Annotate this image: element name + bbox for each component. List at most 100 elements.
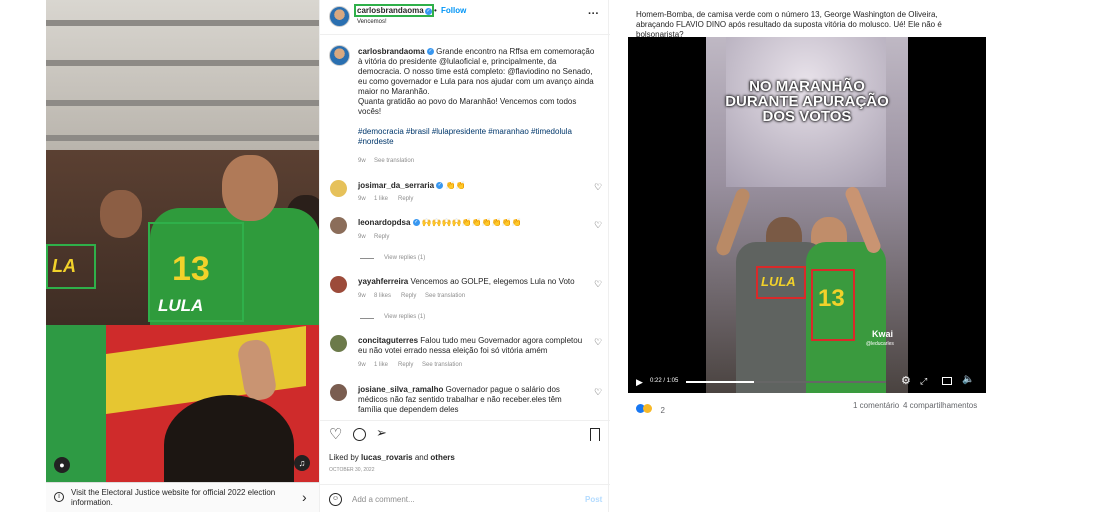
comment-username[interactable]: josimar_da_serraria: [358, 181, 434, 190]
post-date: OCTOBER 30, 2022: [329, 467, 375, 473]
video-frame: NO MARANHÃO DURANTE APURAÇÃO DOS VOTOS L…: [706, 37, 908, 393]
comment-text: Vencemos ao GOLPE, elegemos Lula no Voto: [410, 277, 575, 286]
comments-count-link[interactable]: 1 comentário: [853, 401, 899, 411]
video-shirt-word: LULA: [761, 274, 796, 289]
see-translation-link[interactable]: See translation: [425, 293, 465, 299]
comment-avatar[interactable]: [330, 217, 347, 234]
overlay-text: NO MARANHÃO DURANTE APURAÇÃO DOS VOTOS: [706, 79, 908, 124]
video-progress-track[interactable]: [686, 381, 886, 383]
author-avatar[interactable]: [329, 6, 350, 27]
comment-icon[interactable]: [353, 428, 366, 441]
audio-icon[interactable]: ♫: [294, 455, 310, 471]
liked-by-user[interactable]: lucas_rovaris: [361, 453, 413, 462]
highlight-box-side-logo: LA: [46, 244, 96, 289]
like-comment-icon[interactable]: ♡: [594, 337, 602, 348]
post-subtitle: Vencemos!: [357, 19, 387, 25]
comment-age: 9w: [358, 362, 366, 368]
video-shirt-number: 13: [818, 285, 845, 312]
comment-avatar[interactable]: [330, 180, 347, 197]
side-logo-text: LA: [52, 256, 76, 276]
author-username[interactable]: carlosbrandaoma: [357, 6, 424, 15]
comment-text: 👏👏: [445, 181, 466, 190]
reply-link[interactable]: Reply: [374, 234, 389, 240]
fb-post-caption: Homem-Bomba, de camisa verde com o númer…: [636, 10, 942, 39]
comment-likes[interactable]: 1 like: [374, 196, 388, 202]
verified-icon: ✓: [426, 48, 434, 56]
comment-username[interactable]: yayahferreira: [358, 277, 408, 286]
comment: yayahferreira Vencemos ao GOLPE, elegemo…: [358, 277, 575, 287]
post-comment-button[interactable]: Post: [585, 495, 602, 505]
highlight-box-13: 13: [811, 269, 855, 341]
follow-button[interactable]: Follow: [441, 6, 466, 16]
comment: leonardopdsa ✓ 🙌🙌🙌🙌👏👏👏👏👏👏: [358, 218, 522, 228]
user-tag-icon[interactable]: ●: [54, 457, 70, 473]
shirt-word: LULA: [158, 296, 204, 315]
caption-age: 9w: [358, 158, 366, 164]
fb-reactions[interactable]: 2: [636, 400, 665, 418]
reply-link[interactable]: Reply: [398, 362, 413, 368]
comment-age: 9w: [358, 196, 366, 202]
comment-avatar[interactable]: [330, 384, 347, 401]
kwai-handle: @leducarles: [866, 341, 894, 347]
hashtags[interactable]: #democracia #brasil #lulapresidente #mar…: [358, 127, 572, 146]
post-panel: carlosbrandaoma ✓ • Follow Vencemos! ···…: [319, 0, 610, 512]
comment: josimar_da_serraria ✓ 👏👏: [358, 181, 465, 191]
election-notice-banner[interactable]: i Visit the Electoral Justice website fo…: [46, 482, 319, 512]
like-icon[interactable]: ♡: [329, 425, 342, 443]
comment-likes[interactable]: 1 like: [374, 362, 388, 368]
highlight-box-shirt: 13 LULA: [148, 222, 244, 322]
emoji-icon[interactable]: ☺: [329, 493, 342, 506]
reply-link[interactable]: Reply: [401, 293, 416, 299]
view-replies-link[interactable]: View replies (1): [384, 314, 425, 320]
caption-text-2: Quanta gratidão ao povo do Maranhão! Ven…: [358, 97, 577, 116]
kwai-watermark: Kwai: [872, 329, 894, 339]
liked-by-others[interactable]: others: [430, 453, 454, 462]
shirt-number: 13: [172, 250, 210, 288]
overlay-line-2: DURANTE APURAÇÃO: [725, 93, 889, 110]
comment-text: 🙌🙌🙌🙌👏👏👏👏👏👏: [421, 218, 522, 227]
comment: concitaguterres Falou tudo meu Governado…: [358, 336, 586, 356]
volume-icon[interactable]: 🔈: [962, 374, 974, 385]
comment-avatar[interactable]: [330, 276, 347, 293]
like-comment-icon[interactable]: ♡: [594, 220, 602, 231]
expand-icon[interactable]: ⤢: [920, 376, 927, 387]
share-icon[interactable]: ➢: [376, 425, 387, 441]
like-comment-icon[interactable]: ♡: [594, 182, 602, 193]
comment-input[interactable]: Add a comment...: [352, 495, 415, 505]
caption-avatar[interactable]: [329, 45, 350, 66]
see-translation-link[interactable]: See translation: [422, 362, 462, 368]
comment-avatar[interactable]: [330, 335, 347, 352]
save-icon[interactable]: [590, 428, 600, 441]
overlay-line-3: DOS VOTOS: [762, 108, 852, 125]
comment-username[interactable]: concitaguterres: [358, 336, 418, 345]
verified-icon: ✓: [436, 182, 444, 190]
caption-username[interactable]: carlosbrandaoma: [358, 47, 425, 56]
more-options-icon[interactable]: ···: [588, 8, 599, 20]
comment-username[interactable]: leonardopdsa: [358, 218, 410, 227]
comment-likes[interactable]: 8 likes: [374, 293, 391, 299]
pip-icon[interactable]: [942, 377, 952, 385]
view-replies-link[interactable]: View replies (1): [384, 255, 425, 261]
notice-text: Visit the Electoral Justice website for …: [71, 488, 276, 507]
comment-age: 9w: [358, 293, 366, 299]
video-progress-fill: [686, 381, 754, 383]
like-comment-icon[interactable]: ♡: [594, 279, 602, 290]
verified-icon: ✓: [425, 8, 432, 15]
wow-reaction-icon: [643, 404, 652, 413]
info-icon: i: [54, 492, 64, 502]
caption: carlosbrandaoma ✓ Grande encontro na Rff…: [358, 47, 596, 147]
play-icon[interactable]: ▶: [636, 377, 643, 388]
settings-icon[interactable]: ⚙: [901, 374, 911, 387]
liked-by: Liked by lucas_rovaris and others: [329, 453, 455, 463]
comment-age: 9w: [358, 234, 366, 240]
comment-username[interactable]: josiane_silva_ramalho: [358, 385, 443, 394]
chevron-right-icon: ›: [302, 489, 307, 505]
reply-link[interactable]: Reply: [398, 196, 413, 202]
see-translation-link[interactable]: See translation: [374, 158, 414, 164]
post-photo: LA 13 LULA ● ♫: [46, 0, 319, 482]
shares-count-link[interactable]: 4 compartilhamentos: [903, 401, 977, 411]
like-comment-icon[interactable]: ♡: [594, 387, 602, 398]
video-player[interactable]: NO MARANHÃO DURANTE APURAÇÃO DOS VOTOS L…: [628, 37, 986, 393]
overlay-line-1: NO MARANHÃO: [749, 78, 865, 95]
liked-by-prefix: Liked by: [329, 453, 362, 462]
